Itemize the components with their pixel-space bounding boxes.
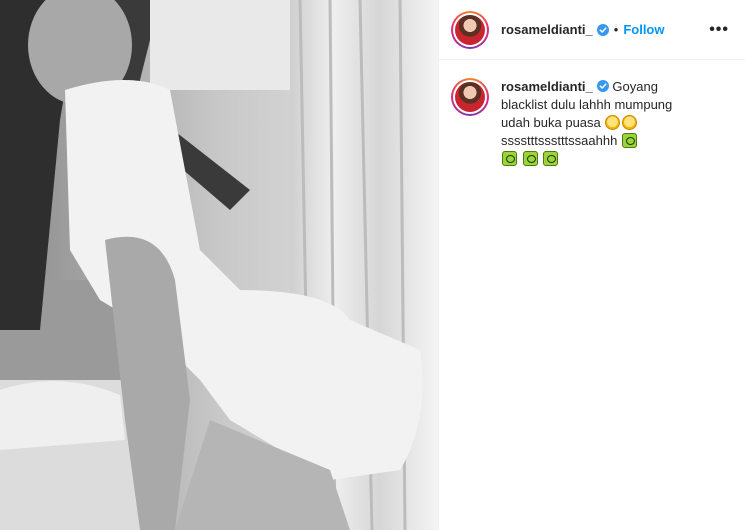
loop-icon [543, 151, 559, 166]
caption-body: rosameldianti_ Goyang blacklist dulu lah… [501, 78, 701, 168]
loop-icon [502, 151, 517, 166]
separator-dot: • [613, 22, 619, 37]
loop-icon [621, 133, 637, 148]
caption-username-link[interactable]: rosameldianti_ [501, 79, 593, 94]
instagram-post: rosameldianti_ • Follow ••• rosameldiant… [0, 0, 745, 530]
follow-button[interactable]: Follow [623, 22, 664, 37]
avatar-border [453, 12, 487, 47]
post-sidebar: rosameldianti_ • Follow ••• rosameldiant… [438, 0, 745, 530]
caption-avatar[interactable] [451, 78, 489, 116]
caption-avatar-border [453, 80, 487, 114]
post-header: rosameldianti_ • Follow ••• [439, 0, 745, 60]
caption-verified-badge-icon [596, 80, 609, 92]
photo-content [0, 0, 438, 530]
caption-avatar-image [455, 82, 485, 112]
more-options-icon[interactable]: ••• [709, 21, 729, 39]
avatar[interactable] [451, 10, 489, 49]
caption-comment: rosameldianti_ Goyang blacklist dulu lah… [439, 60, 745, 168]
username-link[interactable]: rosameldianti_ [501, 22, 593, 37]
smiling-face-icon [605, 115, 621, 130]
post-photo[interactable] [0, 0, 438, 530]
caption-text-2: sssstttssstttssaahhh [501, 133, 618, 148]
verified-badge-icon [596, 23, 609, 36]
loop-icon [522, 151, 538, 166]
avatar-image [455, 14, 485, 45]
grinning-face-icon [622, 115, 638, 130]
